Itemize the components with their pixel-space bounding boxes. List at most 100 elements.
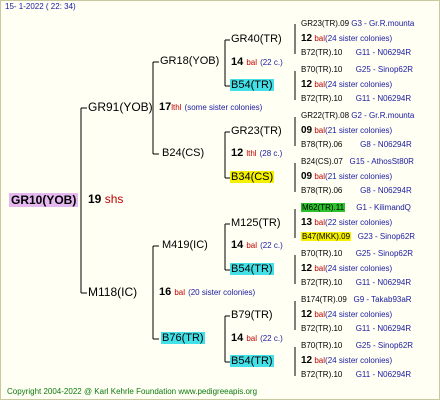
gen4-group-5-bottom[interactable]: B47(MKK).09 G23 - Sinop62R (301, 232, 415, 241)
gen4-8-top-name: B70(TR).10 (301, 341, 343, 350)
gen4-group-7-top[interactable]: B174(TR).09 G9 - Takab93aR (301, 295, 412, 304)
gen4-7-bottom-id: G11 - N06294R (355, 324, 412, 333)
gen3-queen-4[interactable]: B34(CS) (230, 171, 275, 183)
root-rating-number: 19 (88, 192, 102, 206)
gen2-rating-3-code: bal (246, 241, 257, 250)
gen4-1-top-id: G3 - Gr.R.mounta (351, 19, 415, 28)
gen4-8-note: (24 sister colonies) (325, 356, 393, 365)
gen3-rating-1-code: bal (246, 58, 257, 67)
gen3-rating-7: 14 bal (22 c.) (231, 332, 283, 344)
gen4-group-8-bottom[interactable]: B72(TR).10 G11 - N06294R (301, 370, 411, 379)
gen4-2-note: (24 sister colonies) (325, 80, 393, 89)
gen3-rating-1-number: 14 (231, 56, 244, 68)
gen4-group-8-rating: 12 bal(24 sister colonies) (301, 355, 392, 366)
gen2-rating-2-code: lthl (246, 149, 257, 158)
gen4-group-3-top[interactable]: GR22(TR).08 G2 - Gr.R.mounta (301, 111, 414, 120)
root-queen-name: GR10(YOB) (9, 193, 79, 207)
gen3-rating-7-note: (22 c.) (260, 334, 283, 343)
gen4-group-4-bottom[interactable]: B78(TR).06 G8 - N06294R (301, 186, 412, 195)
gen3-rating-7-code: bal (246, 334, 257, 343)
gen3-queen-2[interactable]: B54(TR) (230, 79, 274, 91)
gen4-8-bottom-id: G11 - N06294R (355, 370, 412, 379)
gen2-queen-1[interactable]: GR18(YOB) (160, 55, 219, 67)
gen4-3-top-name: GR22(TR).08 (301, 111, 350, 120)
gen4-4-bottom-name: B78(TR).06 (301, 186, 343, 195)
gen4-2-top-name: B70(TR).10 (301, 65, 343, 74)
pedigree-chart: 15- 1-2022 ( 22: 34) GR10(YOB) 19 shs GR… (0, 0, 440, 400)
gen3-queen-8-name: B54(TR) (230, 355, 274, 367)
gen4-6-number: 12 (301, 263, 313, 274)
gen3-queen-7[interactable]: B79(TR) (231, 309, 273, 321)
gen4-group-7-bottom[interactable]: B72(TR).10 G11 - N06294R (301, 324, 411, 333)
gen4-4-bottom-id: G8 - N06294R (360, 186, 412, 195)
gen4-2-number: 12 (301, 79, 313, 90)
gen4-group-3-bottom[interactable]: B78(TR).06 G8 - N06294R (301, 140, 412, 149)
gen4-group-6-bottom[interactable]: B72(TR).10 G11 - N06294R (301, 278, 411, 287)
gen4-group-4-rating: 09 bal(21 sister colonies) (301, 171, 392, 182)
gen3-queen-3[interactable]: GR23(TR) (231, 125, 282, 137)
gen4-group-1-bottom[interactable]: B72(TR).10 G11 - N06294R (301, 48, 411, 57)
gen4-group-7-rating: 12 bal(24 sister colonies) (301, 309, 392, 320)
gen1-rating-2-number: 16 (159, 286, 172, 298)
gen4-group-2-bottom[interactable]: B72(TR).10 G11 - N06294R (301, 94, 411, 103)
gen4-7-code: bal (314, 310, 326, 319)
gen1-rating-2: 16 bal (20 sister colonies) (159, 286, 255, 298)
gen2-queen-2[interactable]: B24(CS) (162, 147, 204, 159)
gen2-queen-3[interactable]: M419(IC) (162, 239, 208, 251)
gen2-rating-2-note: (28 c.) (259, 149, 283, 158)
gen2-queen-4-name: B76(TR) (161, 332, 205, 344)
gen2-rating-2-number: 12 (231, 147, 244, 159)
gen1-queen-2[interactable]: M118(IC) (88, 285, 137, 299)
gen4-7-number: 12 (301, 309, 313, 320)
gen4-5-code: bal (314, 218, 326, 227)
gen3-queen-5[interactable]: M125(TR) (231, 217, 281, 229)
gen4-group-6-top[interactable]: B70(TR).10 G25 - Sinop62R (301, 249, 413, 258)
gen4-5-top-name: M62(TR).11 (301, 203, 346, 212)
gen4-1-top-name: GR23(TR).09 (301, 19, 350, 28)
gen4-group-1-top[interactable]: GR23(TR).09 G3 - Gr.R.mounta (301, 19, 414, 28)
gen4-4-code: bal (314, 172, 326, 181)
gen4-7-note: (24 sister colonies) (325, 310, 393, 319)
gen4-group-4-top[interactable]: B24(CS).07 G15 - AthosSt80R (301, 157, 414, 166)
gen2-rating-2: 12 lthl (28 c.) (231, 147, 282, 159)
gen4-5-bottom-id: G23 - Sinop62R (357, 232, 416, 241)
root-queen[interactable]: GR10(YOB) (9, 191, 79, 209)
gen4-group-1-rating: 12 bal(24 sister colonies) (301, 33, 392, 44)
gen4-5-number: 13 (301, 217, 313, 228)
gen4-7-top-name: B174(TR).09 (301, 295, 347, 304)
gen4-8-top-id: G25 - Sinop62R (355, 341, 414, 350)
gen4-8-code: bal (314, 356, 326, 365)
root-rating-code: shs (104, 192, 124, 206)
gen4-1-code: bal (314, 34, 326, 43)
gen4-3-bottom-name: B78(TR).06 (301, 140, 343, 149)
gen3-queen-4-name: B34(CS) (230, 171, 275, 183)
gen4-4-note: (21 sister colonies) (325, 172, 393, 181)
gen4-6-note: (24 sister colonies) (325, 264, 393, 273)
gen4-group-6-rating: 12 bal(24 sister colonies) (301, 263, 392, 274)
gen1-rating-1-note: (some sister colonies) (184, 103, 263, 112)
gen4-6-bottom-id: G11 - N06294R (355, 278, 412, 287)
footer-copyright: Copyright 2004-2022 @ Karl Kehrle Founda… (7, 387, 258, 396)
gen4-3-bottom-id: G8 - N06294R (360, 140, 412, 149)
gen1-rating-2-note: (20 sister colonies) (188, 288, 256, 297)
gen4-group-5-top[interactable]: M62(TR).11 G1 - KilimandQ (301, 203, 411, 212)
gen2-rating-3: 14 bal (22 c.) (231, 239, 283, 251)
gen4-5-top-id: G1 - KilimandQ (356, 203, 411, 212)
gen4-group-2-top[interactable]: B70(TR).10 G25 - Sinop62R (301, 65, 413, 74)
gen4-8-number: 12 (301, 355, 313, 366)
gen2-queen-4[interactable]: B76(TR) (161, 332, 205, 344)
gen4-1-bottom-id: G11 - N06294R (355, 48, 412, 57)
gen4-group-8-top[interactable]: B70(TR).10 G25 - Sinop62R (301, 341, 413, 350)
root-rating: 19 shs (88, 192, 123, 206)
gen1-rating-2-code: bal (174, 288, 185, 297)
gen3-queen-8[interactable]: B54(TR) (230, 355, 274, 367)
gen4-1-note: (24 sister colonies) (325, 34, 393, 43)
gen1-queen-1[interactable]: GR91(YOB) (88, 100, 153, 114)
gen4-6-top-id: G25 - Sinop62R (355, 249, 414, 258)
gen1-rating-1-number: 17 (159, 101, 172, 113)
gen3-queen-6[interactable]: B54(TR) (230, 263, 274, 275)
gen4-8-bottom-name: B72(TR).10 (301, 370, 343, 379)
gen3-queen-1[interactable]: GR40(TR) (231, 33, 282, 45)
gen4-4-top-name: B24(CS).07 (301, 157, 343, 166)
gen4-3-code: bal (314, 126, 326, 135)
